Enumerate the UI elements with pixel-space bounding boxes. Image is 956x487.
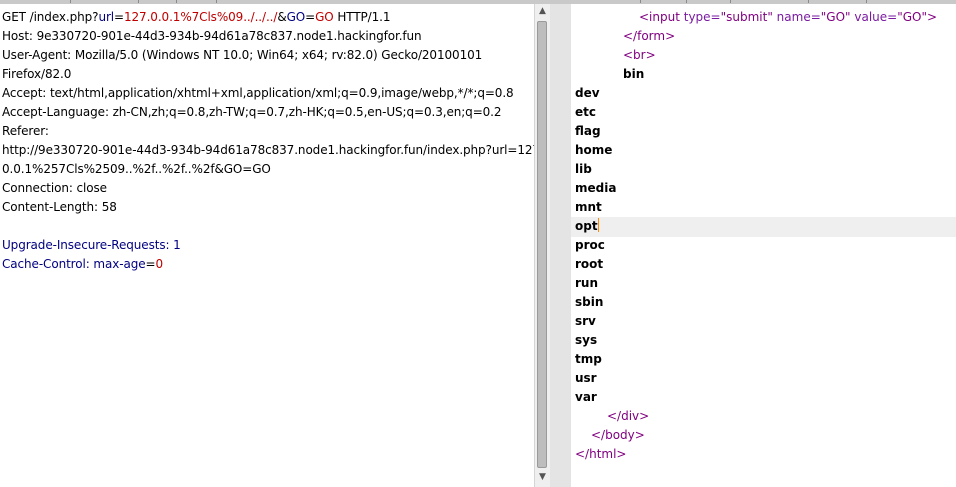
html-html-close: </html> <box>575 447 627 461</box>
header-user-agent-cont: Firefox/82.0 <box>2 67 72 81</box>
param-value-url: 127.0.0.1%7Cls%09../../../ <box>123 10 278 24</box>
dir-entry: proc <box>575 238 605 252</box>
dir-entry: etc <box>575 105 596 119</box>
header-connection: Connection: close <box>2 181 107 195</box>
html-attr-value: "GO" <box>820 10 851 24</box>
html-attr-value: "GO" <box>897 10 928 24</box>
tab-separator <box>866 0 867 3</box>
param-value-go: GO <box>315 10 334 24</box>
equals-sign: = <box>145 257 156 271</box>
request-line: GET /index.php?url=127.0.0.1%7Cls%09../.… <box>2 8 391 27</box>
html-div-close: </div> <box>607 409 650 423</box>
dir-entry: root <box>575 257 604 271</box>
header-host: Host: 9e330720-901e-44d3-934b-94d61a78c8… <box>2 29 422 43</box>
header-value-number: 0 <box>155 257 164 271</box>
request-scrollbar[interactable]: ▲ ▼ <box>534 4 550 487</box>
tab-separator <box>686 0 687 3</box>
header-accept: Accept: text/html,application/xhtml+xml,… <box>2 86 514 100</box>
equals-sign: = <box>305 10 316 24</box>
tab-separator <box>70 0 71 3</box>
equals-sign: = <box>114 10 124 24</box>
dir-entry: dev <box>575 86 600 100</box>
html-tag: > <box>927 10 938 24</box>
header-upgrade-insecure: Upgrade-Insecure-Requests: 1 <box>2 236 181 255</box>
dir-entry-current: opt <box>575 217 599 236</box>
scroll-thumb[interactable] <box>537 21 547 468</box>
tab-separator <box>138 0 139 3</box>
tab-separator <box>730 0 731 3</box>
http-protocol: HTTP/1.1 <box>333 10 391 24</box>
dir-entry: home <box>575 143 613 157</box>
header-accept-language: Accept-Language: zh-CN,zh;q=0.8,zh-TW;q=… <box>2 105 502 119</box>
text-caret <box>597 218 599 232</box>
header-name: Upgrade-Insecure-Requests <box>2 238 166 252</box>
scroll-up-icon[interactable]: ▲ <box>535 4 550 19</box>
header-referer: Referer: <box>2 124 49 138</box>
pane-divider[interactable] <box>550 4 571 487</box>
dir-entry: sbin <box>575 295 604 309</box>
dir-entry-text: opt <box>575 219 598 233</box>
tab-separator <box>176 0 177 3</box>
dir-entry: usr <box>575 371 597 385</box>
dir-entry: srv <box>575 314 596 328</box>
dir-entry: run <box>575 276 599 290</box>
dir-entry: mnt <box>575 200 602 214</box>
header-name: Cache-Control <box>2 257 86 271</box>
tab-separator <box>216 0 217 3</box>
ampersand: & <box>277 10 287 24</box>
html-input-line: <input type="submit" name="GO" value="GO… <box>639 8 937 27</box>
html-attr: type= <box>679 10 721 24</box>
html-form-close: </form> <box>623 29 676 43</box>
dir-entry: flag <box>575 124 601 138</box>
dir-entry: var <box>575 390 597 404</box>
tab-separator <box>808 0 809 3</box>
param-name-url: url <box>98 10 115 24</box>
html-attr-value: "submit" <box>720 10 773 24</box>
html-attr: name= <box>772 10 821 24</box>
html-body-close: </body> <box>591 428 645 442</box>
current-line-highlight <box>571 217 956 237</box>
header-value: 1 <box>173 238 181 252</box>
request-editor[interactable]: GET /index.php?url=127.0.0.1%7Cls%09../.… <box>0 4 534 487</box>
method-path: GET /index.php? <box>2 10 99 24</box>
param-name-go: GO <box>286 10 306 24</box>
header-referer-url: http://9e330720-901e-44d3-934b-94d61a78c… <box>2 143 534 157</box>
html-attr: value= <box>850 10 898 24</box>
dir-entry: tmp <box>575 352 602 366</box>
scroll-down-icon[interactable]: ▼ <box>535 470 550 485</box>
html-tag: <input <box>639 10 680 24</box>
header-referer-url-cont: 0.0.1%257Cls%2509..%2f..%2f..%2f&GO=GO <box>2 162 271 176</box>
header-content-length: Content-Length: 58 <box>2 200 117 214</box>
dir-entry: lib <box>575 162 592 176</box>
header-user-agent: User-Agent: Mozilla/5.0 (Windows NT 10.0… <box>2 48 483 62</box>
dir-entry: media <box>575 181 617 195</box>
response-editor[interactable]: <input type="submit" name="GO" value="GO… <box>571 4 956 487</box>
tab-separator <box>640 0 641 3</box>
header-cache-control: Cache-Control: max-age=0 <box>2 255 163 274</box>
header-value: max-age <box>93 257 146 271</box>
dir-entry: sys <box>575 333 598 347</box>
dir-entry: bin <box>623 67 645 81</box>
html-br: <br> <box>623 48 656 62</box>
